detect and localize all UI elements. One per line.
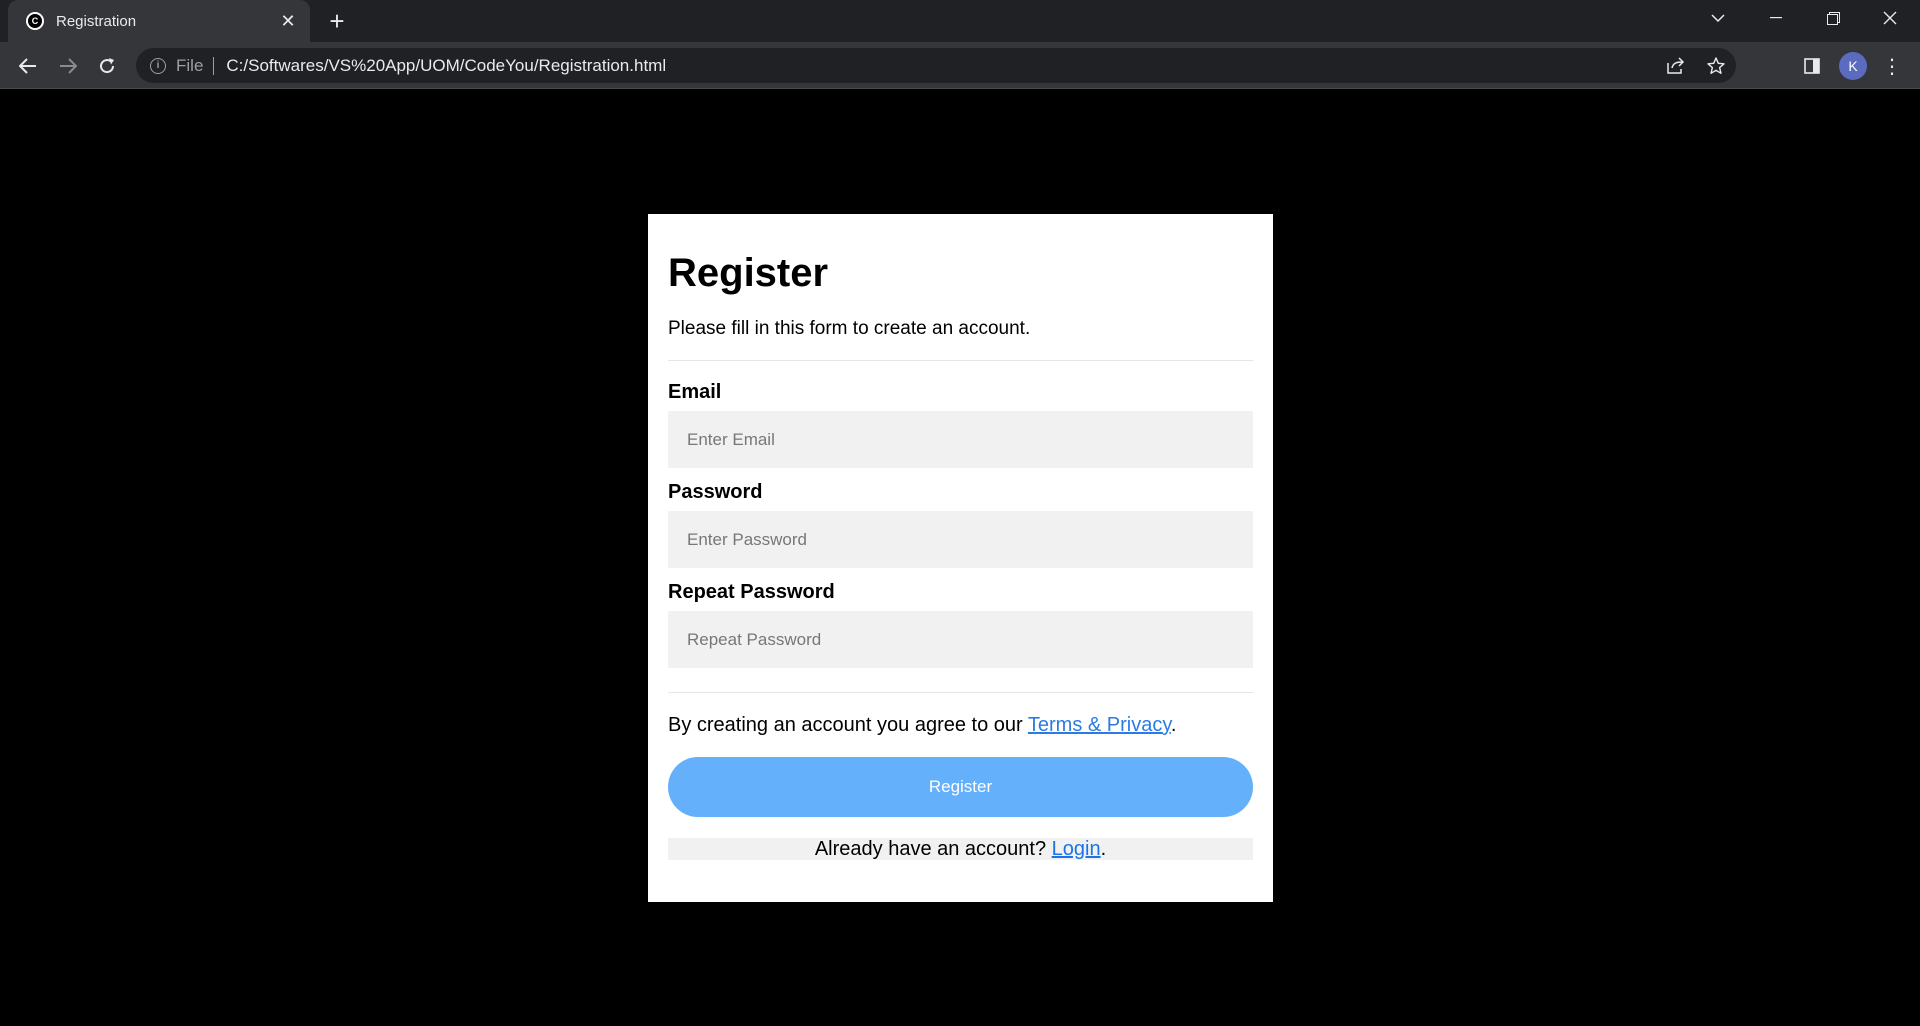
close-tab-icon[interactable]: ✕ — [278, 11, 298, 31]
form-title: Register — [668, 251, 829, 295]
bookmark-star-icon[interactable] — [1696, 48, 1736, 83]
registration-form: Register Please fill in this form to cre… — [648, 214, 1273, 902]
favicon-icon: C — [26, 12, 44, 30]
email-label: Email — [668, 381, 722, 403]
back-arrow-icon[interactable] — [12, 50, 44, 82]
more-menu-icon[interactable]: ⋮ — [1880, 50, 1904, 82]
tab-strip: C Registration ✕ + — [0, 0, 1920, 42]
terms-suffix: . — [1170, 714, 1177, 736]
signin-suffix: . — [1100, 838, 1107, 860]
scheme-label: File — [176, 55, 204, 75]
email-field[interactable] — [668, 411, 1253, 468]
profile-avatar[interactable]: K — [1839, 52, 1867, 80]
info-icon[interactable]: i — [150, 57, 166, 74]
tab-title: Registration — [56, 12, 137, 30]
tab-search-icon[interactable] — [1690, 0, 1746, 36]
password-field[interactable] — [668, 511, 1253, 568]
reload-icon[interactable] — [91, 50, 123, 82]
new-tab-icon[interactable]: + — [322, 6, 352, 36]
browser-toolbar: i File C:/Softwares/VS%20App/UOM/CodeYou… — [0, 42, 1920, 89]
terms-text: By creating an account you agree to our … — [668, 714, 1253, 737]
side-panel-icon[interactable] — [1796, 50, 1828, 82]
restore-icon[interactable] — [1805, 0, 1861, 36]
repeat-password-label: Repeat Password — [668, 581, 835, 603]
login-link[interactable]: Login — [1052, 838, 1101, 860]
close-window-icon[interactable] — [1862, 0, 1918, 36]
signin-container: Already have an account? Login. — [668, 838, 1253, 860]
repeat-password-field[interactable] — [668, 611, 1253, 668]
browser-tab[interactable]: C Registration ✕ — [8, 0, 310, 42]
terms-privacy-link[interactable]: Terms & Privacy — [1028, 714, 1171, 736]
terms-prefix: By creating an account you agree to our — [668, 714, 1028, 736]
forward-arrow-icon[interactable] — [52, 50, 84, 82]
password-label: Password — [668, 481, 763, 503]
share-icon[interactable] — [1656, 48, 1696, 83]
signin-prefix: Already have an account? — [814, 838, 1052, 860]
omnibox-actions — [1656, 48, 1736, 83]
page-viewport: Register Please fill in this form to cre… — [0, 90, 1920, 1026]
register-button[interactable]: Register — [668, 757, 1253, 817]
address-bar[interactable]: i File C:/Softwares/VS%20App/UOM/CodeYou… — [136, 48, 1736, 83]
form-subtitle: Please fill in this form to create an ac… — [668, 318, 1031, 339]
minimize-icon[interactable] — [1748, 0, 1804, 36]
omnibox-separator — [213, 56, 215, 75]
divider — [668, 692, 1253, 693]
url-text[interactable]: C:/Softwares/VS%20App/UOM/CodeYou/Regist… — [226, 56, 666, 76]
divider — [668, 360, 1253, 361]
